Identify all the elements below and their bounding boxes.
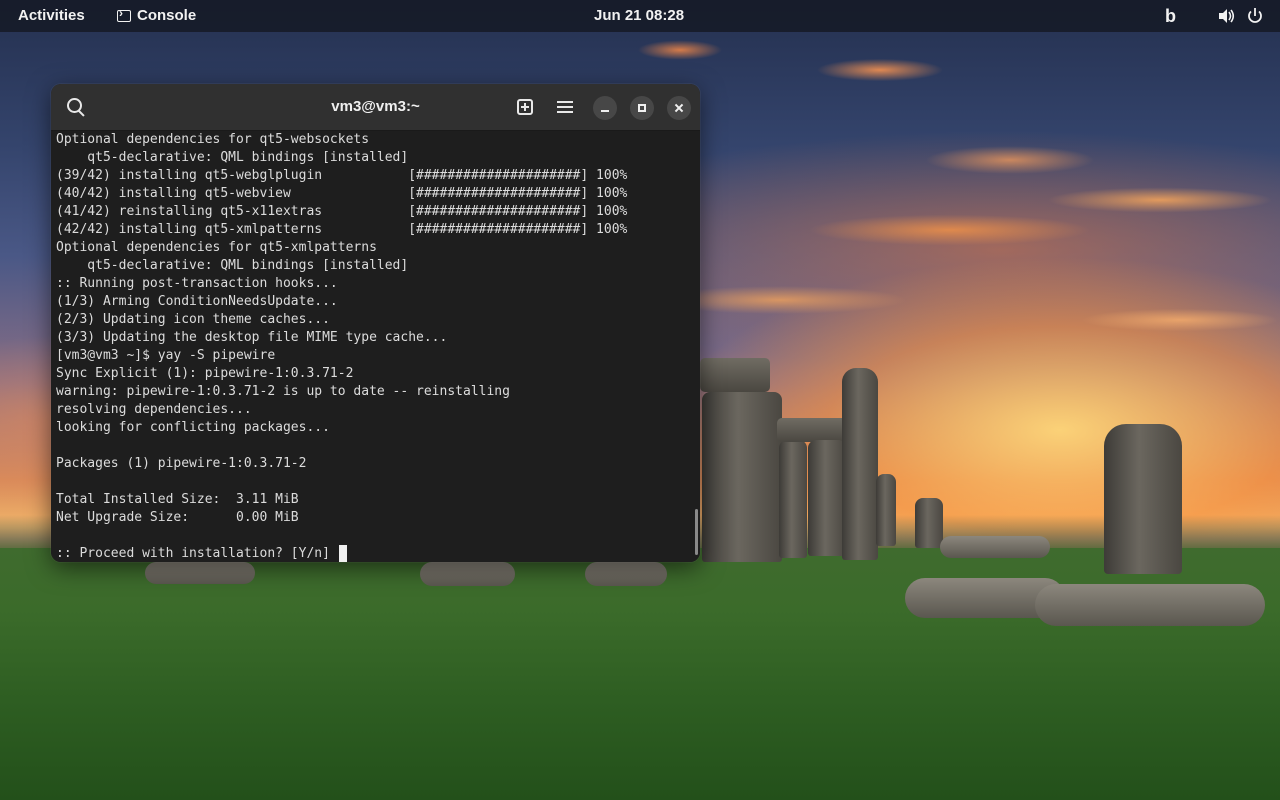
terminal-line: Packages (1) pipewire-1:0.3.71-2 (56, 456, 307, 471)
terminal-line: qt5-declarative: QML bindings [installed… (56, 150, 409, 165)
terminal-line: resolving dependencies... (56, 402, 252, 417)
terminal-output[interactable]: Optional dependencies for qt5-websockets… (51, 131, 700, 562)
standing-stone (915, 498, 943, 548)
standing-stone (702, 392, 782, 562)
volume-icon[interactable] (1217, 0, 1235, 32)
terminal-prompt: :: Proceed with installation? [Y/n] (56, 546, 338, 561)
fallen-stone (1035, 584, 1265, 626)
activities-button[interactable]: Activities (18, 0, 85, 32)
fallen-stone (145, 562, 255, 584)
text-cursor (338, 545, 347, 562)
clock[interactable]: Jun 21 08:28 (594, 0, 684, 32)
standing-stone (779, 440, 807, 558)
scrollbar[interactable] (695, 509, 698, 555)
terminal-line: (42/42) installing qt5-xmlpatterns [####… (56, 222, 628, 237)
terminal-line: warning: pipewire-1:0.3.71-2 is up to da… (56, 384, 510, 399)
terminal-line: looking for conflicting packages... (56, 420, 330, 435)
terminal-line: [vm3@vm3 ~]$ yay -S pipewire (56, 348, 276, 363)
maximize-icon[interactable] (630, 96, 654, 120)
standing-stone (842, 368, 878, 560)
terminal-line: (1/3) Arming ConditionNeedsUpdate... (56, 294, 338, 309)
console-icon (117, 3, 131, 23)
menu-icon[interactable] (550, 92, 580, 122)
power-icon[interactable] (1246, 0, 1264, 32)
top-bar: Activities Console Jun 21 08:28 b (0, 0, 1280, 32)
lintel-stone (777, 418, 847, 442)
standing-stone (1104, 424, 1182, 574)
terminal-line: Optional dependencies for qt5-xmlpattern… (56, 240, 377, 255)
minimize-icon[interactable] (593, 96, 617, 120)
terminal-line: Net Upgrade Size: 0.00 MiB (56, 510, 299, 525)
terminal-line: Sync Explicit (1): pipewire-1:0.3.71-2 (56, 366, 354, 381)
fallen-stone (585, 562, 667, 586)
new-tab-icon[interactable] (510, 92, 540, 122)
fallen-stone (420, 562, 515, 586)
terminal-line: qt5-declarative: QML bindings [installed… (56, 258, 409, 273)
terminal-line: :: Running post-transaction hooks... (56, 276, 338, 291)
close-icon[interactable] (667, 96, 691, 120)
terminal-line: (41/42) reinstalling qt5-x11extras [####… (56, 204, 628, 219)
terminal-line: (39/42) installing qt5-webglplugin [####… (56, 168, 628, 183)
header-bar[interactable]: vm3@vm3:~ (51, 84, 700, 131)
fallen-stone (940, 536, 1050, 558)
terminal-line: Total Installed Size: 3.11 MiB (56, 492, 299, 507)
terminal-line: (40/42) installing qt5-webview [########… (56, 186, 628, 201)
terminal-line: (2/3) Updating icon theme caches... (56, 312, 330, 327)
standing-stone (808, 440, 846, 556)
terminal-line: (3/3) Updating the desktop file MIME typ… (56, 330, 448, 345)
tray-b-icon[interactable]: b (1165, 0, 1176, 32)
standing-stone (876, 474, 896, 546)
terminal-window[interactable]: vm3@vm3:~ Optional dependencies for qt5-… (51, 84, 700, 562)
lintel-stone (700, 358, 770, 392)
app-menu-label: Console (137, 7, 197, 24)
terminal-line: Optional dependencies for qt5-websockets (56, 132, 370, 147)
terminal-prompt-line[interactable]: :: Proceed with installation? [Y/n] (56, 545, 627, 562)
app-menu[interactable]: Console (117, 0, 196, 32)
